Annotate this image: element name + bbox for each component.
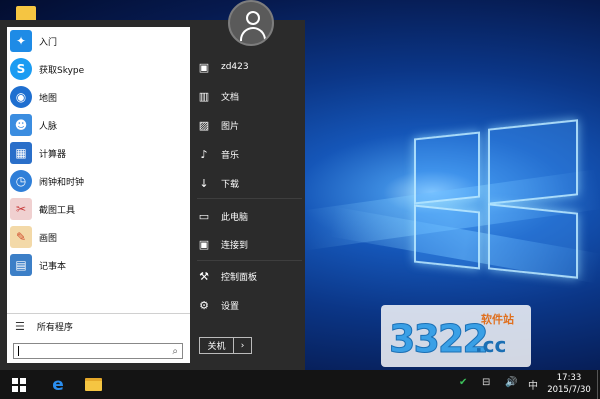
music-note-icon: ♪ [200,147,208,161]
app-item-notepad[interactable]: ▤ 记事本 [7,251,190,279]
user-document-icon: ▣ [198,60,210,74]
folder-icon [84,378,102,391]
search-input[interactable]: ⌕ [13,343,183,359]
windows-logo-icon [12,377,26,392]
place-label: 此电脑 [221,212,249,223]
search-icon[interactable]: ⌕ [172,346,178,357]
apps-divider [7,313,190,314]
app-item-getting-started[interactable]: ✦ 入门 [7,27,190,55]
app-label: 闹钟和时钟 [39,177,85,188]
app-label: 入门 [39,37,58,48]
place-control-panel[interactable]: ⚒ 控制面板 [197,264,302,288]
app-label: 地图 [39,93,58,104]
user-avatar[interactable] [228,0,274,46]
place-label: 设置 [221,301,240,312]
file-explorer-icon[interactable] [78,370,108,399]
watermark-domain: .cc [475,333,507,357]
place-music[interactable]: ♪ 音乐 [197,142,302,166]
security-shield-icon[interactable]: ✔ [459,377,467,388]
avatar-body-icon [240,27,266,41]
computer-icon: ▭ [198,209,210,223]
place-label: 控制面板 [221,272,258,283]
place-this-pc[interactable]: ▭ 此电脑 [197,204,302,228]
shutdown-options-arrow[interactable]: › [234,338,251,353]
notepad-icon: ▤ [10,254,32,276]
all-programs-button[interactable]: ☰ 所有程序 [7,317,190,335]
lightbulb-icon: ✦ [10,30,32,52]
watermark-logo: 3322 软件站 .cc [381,305,531,367]
app-item-paint[interactable]: ✎ 画图 [7,223,190,251]
clock-time: 17:33 [556,373,582,383]
app-item-calculator[interactable]: ▦ 计算器 [7,139,190,167]
place-documents[interactable]: ▥ 文档 [197,84,302,108]
place-settings[interactable]: ⚙ 设置 [197,293,302,317]
app-item-get-skype[interactable]: S 获取Skype [7,55,190,83]
volume-icon[interactable]: 🔊 [505,377,517,388]
place-connect[interactable]: ▣ 连接到 [197,232,302,256]
gear-icon: ⚙ [199,298,209,312]
start-menu: ✦ 入门 S 获取Skype ◉ 地图 ☻ 人脉 ▦ 计算器 ◷ 闹钟和时钟 ✂… [0,20,305,370]
place-label: zd423 [221,62,249,72]
network-icon[interactable]: ⊟ [482,377,490,388]
list-icon: ☰ [15,319,25,333]
app-item-alarms-clock[interactable]: ◷ 闹钟和时钟 [7,167,190,195]
edge-browser-icon[interactable]: e [43,370,73,399]
alarm-clock-icon: ◷ [10,170,32,192]
apps-panel: ✦ 入门 S 获取Skype ◉ 地图 ☻ 人脉 ▦ 计算器 ◷ 闹钟和时钟 ✂… [7,27,190,363]
place-label: 图片 [221,121,240,132]
places-divider [197,260,302,261]
place-label: 连接到 [221,240,249,251]
calculator-icon: ▦ [10,142,32,164]
documents-icon: ▥ [198,89,210,103]
place-label: 文档 [221,92,240,103]
map-pin-icon: ◉ [10,86,32,108]
place-label: 下载 [221,179,240,190]
skype-icon: S [10,58,32,80]
people-icon: ☻ [10,114,32,136]
app-label: 记事本 [39,261,67,272]
app-label: 画图 [39,233,58,244]
wrench-icon: ⚒ [199,269,209,283]
connect-icon: ▣ [198,237,210,251]
shutdown-label[interactable]: 关机 [200,338,234,353]
places-divider [197,198,302,199]
app-label: 计算器 [39,149,67,160]
app-label: 人脉 [39,121,58,132]
place-label: 音乐 [221,150,240,161]
ime-indicator[interactable]: 中 [528,377,538,392]
start-button[interactable] [0,370,38,399]
all-programs-label: 所有程序 [36,322,73,333]
place-downloads[interactable]: ↓ 下载 [197,171,302,195]
app-item-snipping-tool[interactable]: ✂ 截图工具 [7,195,190,223]
app-label: 获取Skype [39,65,85,76]
watermark-site-name: 软件站 [481,313,514,326]
clock[interactable]: 17:33 2015/7/30 [543,372,595,396]
pictures-icon: ▨ [198,118,210,132]
download-icon: ↓ [199,176,209,190]
place-pictures[interactable]: ▨ 图片 [197,113,302,137]
clock-date: 2015/7/30 [547,385,591,395]
shutdown-button[interactable]: 关机 › [199,337,252,354]
scissors-icon: ✂ [10,198,32,220]
watermark-digits: 3322 [389,317,490,362]
app-label: 截图工具 [39,205,76,216]
app-item-people[interactable]: ☻ 人脉 [7,111,190,139]
app-item-maps[interactable]: ◉ 地图 [7,83,190,111]
taskbar: e ✔ ⊟ 🔊 中 17:33 2015/7/30 [0,370,600,399]
place-user-folder[interactable]: ▣ zd423 [197,55,302,79]
avatar-head-icon [246,11,260,25]
text-caret [18,346,19,356]
paint-palette-icon: ✎ [10,226,32,248]
